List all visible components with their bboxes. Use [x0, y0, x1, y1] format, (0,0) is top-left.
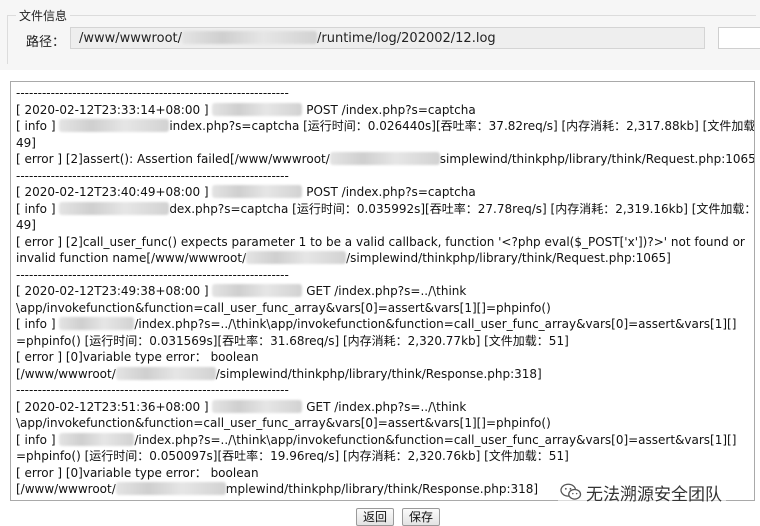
log-text: 49] [16, 135, 36, 150]
log-line: \app/invokefunction&function=call_user_f… [16, 415, 754, 432]
redacted-segment [115, 482, 226, 495]
log-text: [ error ] [0]variable type error： boolea… [16, 465, 259, 480]
log-text: [ error ] [2]call_user_func() expects pa… [16, 234, 745, 249]
log-text: \app/invokefunction&function=call_user_f… [16, 416, 551, 430]
log-line: [ 2020-02-12T23:49:38+08:00 ] GET /index… [16, 283, 754, 300]
log-text: GET /index.php?s=../\think [302, 399, 467, 414]
log-text: dex.php?s=captcha [运行时间：0.035992s][吞吐率：2… [169, 201, 755, 216]
log-separator: ----------------------------------------… [16, 267, 289, 282]
redacted-segment [59, 432, 135, 446]
log-line: [ 2020-02-12T23:51:36+08:00 ] GET /index… [16, 399, 754, 416]
log-textarea[interactable]: ----------------------------------------… [10, 81, 755, 501]
back-button[interactable]: 返回 [356, 508, 395, 526]
log-text: [/www/wwwroot/ [16, 482, 116, 496]
redacted-segment [212, 284, 303, 297]
log-text: index.php?s=captcha [运行时间：0.026440s][吞吐率… [169, 119, 755, 133]
redacted-segment [182, 31, 317, 44]
log-line: [ error ] [2]assert(): Assertion failed[… [16, 151, 754, 168]
watermark: 无法溯源安全团队 [558, 480, 726, 505]
log-text: [ info ] [16, 317, 60, 331]
log-line: [ error ] [2]call_user_func() expects pa… [16, 234, 754, 251]
log-text: =phpinfo() [运行时间：0.050097s][吞吐率：19.96req… [16, 449, 569, 463]
path-prefix: /www/wwwroot/ [79, 31, 182, 46]
redacted-segment [59, 317, 135, 330]
redacted-segment [329, 152, 440, 165]
watermark-text: 无法溯源安全团队 [586, 484, 722, 505]
log-text: [ error ] [0]variable type error： boolea… [16, 350, 259, 364]
redacted-segment [115, 366, 216, 380]
path-value: /www/wwwroot/ /runtime/log/202002/12.log [79, 31, 496, 46]
log-line: \app/invokefunction&function=call_user_f… [16, 300, 754, 317]
log-line: =phpinfo() [运行时间：0.031569s][吞吐率：31.68req… [16, 333, 754, 350]
secondary-field[interactable] [718, 27, 760, 49]
log-text: [ 2020-02-12T23:40:49+08:00 ] [16, 185, 213, 199]
log-line: [/www/wwwroot/ /simplewind/thinkphp/libra… [16, 366, 754, 383]
log-text: [ 2020-02-12T23:33:14+08:00 ] [16, 102, 213, 117]
redacted-segment [212, 185, 303, 198]
redacted-segment [59, 119, 170, 132]
log-line: [ info ] index.php?s=captcha [运行时间：0.026… [16, 118, 754, 135]
log-text: simplewind/thinkphp/library/think/Reques… [439, 152, 755, 166]
log-line: 49] [16, 135, 754, 152]
log-line: invalid function name[/www/wwwroot/ /simp… [16, 250, 754, 267]
log-text: [/www/wwwroot/ [16, 366, 116, 381]
log-text: [ info ] [16, 432, 60, 447]
log-text: /simplewind/thinkphp/library/think/Respo… [215, 366, 542, 381]
redacted-segment [59, 201, 170, 215]
log-text: =phpinfo() [运行时间：0.031569s][吞吐率：31.68req… [16, 333, 569, 348]
log-line: [ 2020-02-12T23:40:49+08:00 ] POST /inde… [16, 184, 754, 201]
path-field[interactable]: /www/wwwroot/ /runtime/log/202002/12.log [70, 27, 705, 49]
redacted-segment [246, 251, 347, 264]
log-text: /index.php?s=../\think\app/invokefunctio… [134, 317, 737, 331]
log-line: [ info ] dex.php?s=captcha [运行时间：0.03599… [16, 201, 754, 218]
log-text: 49] [16, 218, 36, 232]
log-line: [ info ] /index.php?s=../\think\app/invo… [16, 432, 754, 449]
log-line: [ 2020-02-12T23:33:14+08:00 ] POST /inde… [16, 102, 754, 119]
log-text: [ 2020-02-12T23:49:38+08:00 ] [16, 284, 213, 298]
log-line: 49] [16, 217, 754, 234]
log-text: /simplewind/thinkphp/library/think/Reque… [346, 251, 671, 265]
save-button[interactable]: 保存 [402, 508, 441, 526]
file-info-legend: 文件信息 [16, 7, 71, 24]
log-text: [ error ] [2]assert(): Assertion failed[… [16, 152, 330, 166]
path-suffix: /runtime/log/202002/12.log [317, 31, 496, 46]
file-info-panel: 文件信息 路径： /www/wwwroot/ /runtime/log/20200… [0, 0, 760, 70]
log-line: =phpinfo() [运行时间：0.050097s][吞吐率：19.96req… [16, 448, 754, 465]
log-text: invalid function name[/www/wwwroot/ [16, 251, 247, 265]
log-line: [ error ] [0]variable type error： boolea… [16, 349, 754, 366]
log-text: [ info ] [16, 119, 60, 133]
wechat-icon [560, 483, 582, 500]
log-text: GET /index.php?s=../\think [302, 284, 467, 298]
log-text: mplewind/thinkphp/library/think/Response… [225, 482, 539, 496]
action-bar: 返回 保存 [0, 502, 760, 526]
path-label: 路径： [26, 35, 66, 50]
log-separator: ----------------------------------------… [16, 86, 289, 100]
log-separator: ----------------------------------------… [16, 383, 289, 397]
log-text: [ 2020-02-12T23:51:36+08:00 ] [16, 399, 213, 414]
redacted-segment [212, 399, 303, 413]
log-text: /index.php?s=../\think\app/invokefunctio… [134, 432, 737, 447]
log-text: POST /index.php?s=captcha [302, 185, 476, 199]
log-content: ----------------------------------------… [16, 85, 754, 498]
log-line: [ info ] /index.php?s=../\think\app/invo… [16, 316, 754, 333]
log-separator: ----------------------------------------… [16, 168, 289, 183]
log-text: \app/invokefunction&function=call_user_f… [16, 300, 551, 315]
log-text: POST /index.php?s=captcha [302, 102, 476, 117]
log-text: [ info ] [16, 201, 60, 216]
redacted-segment [212, 102, 303, 116]
